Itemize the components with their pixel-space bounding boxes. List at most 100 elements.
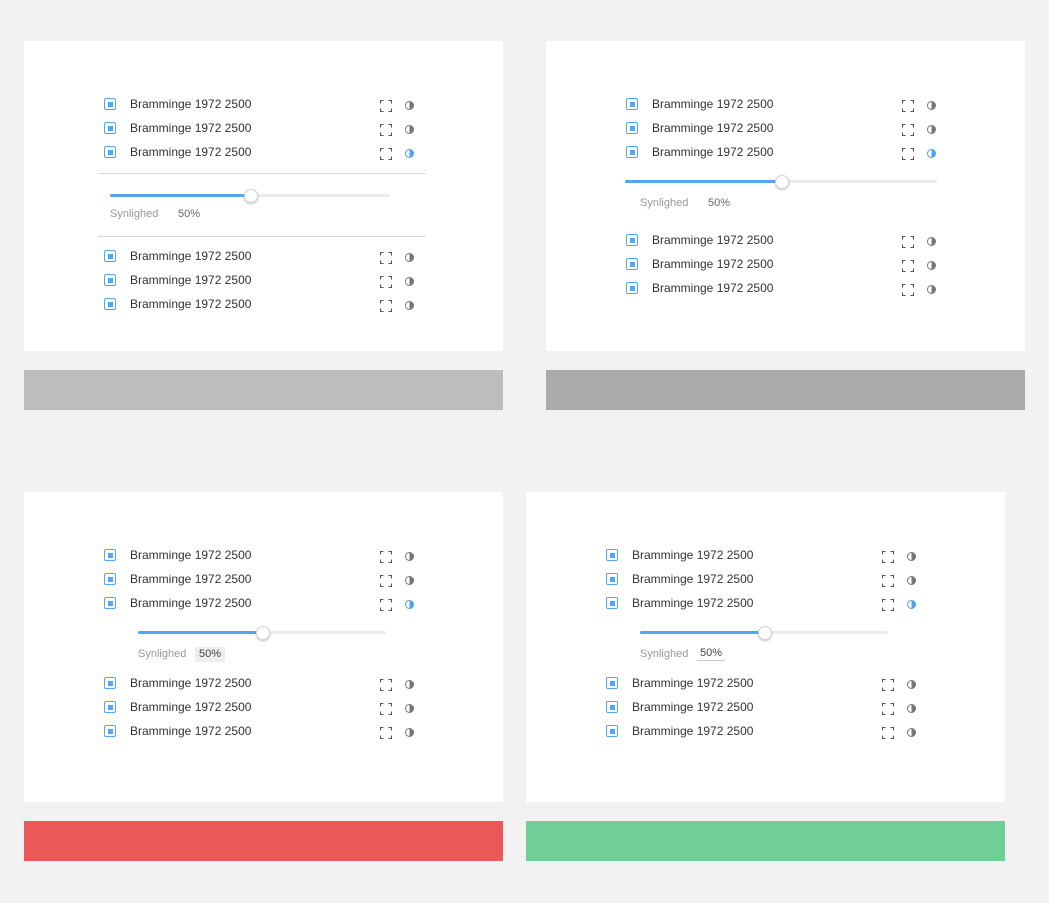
opacity-slider-thumb[interactable] <box>244 188 258 203</box>
fullscreen-icon[interactable] <box>881 678 895 692</box>
layer-row[interactable]: Bramminge 1972 2500 <box>526 696 1005 720</box>
contrast-icon[interactable] <box>927 148 936 158</box>
layer-row[interactable]: Bramminge 1972 2500 <box>24 592 503 616</box>
contrast-icon[interactable] <box>405 703 414 713</box>
contrast-icon[interactable] <box>927 236 936 246</box>
fullscreen-icon[interactable] <box>379 598 393 612</box>
fullscreen-icon[interactable] <box>901 123 915 137</box>
layer-checkbox[interactable] <box>606 597 618 609</box>
opacity-slider[interactable] <box>625 174 937 189</box>
layer-checkbox[interactable] <box>104 677 116 689</box>
layer-row[interactable]: Bramminge 1972 2500 <box>526 544 1005 568</box>
layer-row[interactable]: Bramminge 1972 2500 <box>526 720 1005 744</box>
contrast-icon[interactable] <box>907 679 916 689</box>
layer-row[interactable]: Bramminge 1972 2500 <box>24 93 503 117</box>
layer-row[interactable]: Bramminge 1972 2500 <box>24 117 503 141</box>
layer-row[interactable]: Bramminge 1972 2500 <box>24 293 503 317</box>
fullscreen-icon[interactable] <box>379 726 393 740</box>
contrast-icon[interactable] <box>405 551 414 561</box>
layer-checkbox[interactable] <box>606 701 618 713</box>
layer-row[interactable]: Bramminge 1972 2500 <box>24 269 503 293</box>
layer-row[interactable]: Bramminge 1972 2500 <box>546 253 1025 277</box>
contrast-icon[interactable] <box>405 100 414 110</box>
layer-row[interactable]: Bramminge 1972 2500 <box>546 141 1025 165</box>
layer-checkbox[interactable] <box>104 98 116 110</box>
contrast-icon[interactable] <box>907 727 916 737</box>
fullscreen-icon[interactable] <box>901 235 915 249</box>
contrast-icon[interactable] <box>405 575 414 585</box>
fullscreen-icon[interactable] <box>379 251 393 265</box>
contrast-icon[interactable] <box>405 276 414 286</box>
layer-row[interactable]: Bramminge 1972 2500 <box>546 277 1025 301</box>
fullscreen-icon[interactable] <box>881 726 895 740</box>
contrast-icon[interactable] <box>927 124 936 134</box>
layer-checkbox[interactable] <box>626 146 638 158</box>
fullscreen-icon[interactable] <box>901 147 915 161</box>
layer-row[interactable]: Bramminge 1972 2500 <box>24 245 503 269</box>
layer-row[interactable]: Bramminge 1972 2500 <box>24 141 503 165</box>
layer-checkbox[interactable] <box>626 234 638 246</box>
contrast-icon[interactable] <box>927 284 936 294</box>
layer-row[interactable]: Bramminge 1972 2500 <box>526 592 1005 616</box>
layer-checkbox[interactable] <box>104 146 116 158</box>
fullscreen-icon[interactable] <box>901 283 915 297</box>
layer-row[interactable]: Bramminge 1972 2500 <box>24 696 503 720</box>
opacity-value[interactable]: 50% <box>697 647 726 661</box>
fullscreen-icon[interactable] <box>379 574 393 588</box>
layer-checkbox[interactable] <box>104 701 116 713</box>
contrast-icon[interactable] <box>405 599 414 609</box>
layer-checkbox[interactable] <box>104 573 116 585</box>
contrast-icon[interactable] <box>405 124 414 134</box>
opacity-slider[interactable] <box>640 625 888 640</box>
fullscreen-icon[interactable] <box>379 275 393 289</box>
contrast-icon[interactable] <box>907 703 916 713</box>
layer-checkbox[interactable] <box>606 573 618 585</box>
layer-checkbox[interactable] <box>626 258 638 270</box>
layer-checkbox[interactable] <box>606 677 618 689</box>
layer-checkbox[interactable] <box>104 250 116 262</box>
layer-checkbox[interactable] <box>606 725 618 737</box>
fullscreen-icon[interactable] <box>379 147 393 161</box>
layer-checkbox[interactable] <box>626 122 638 134</box>
layer-row[interactable]: Bramminge 1972 2500 <box>546 117 1025 141</box>
layer-row[interactable]: Bramminge 1972 2500 <box>526 568 1005 592</box>
opacity-slider-thumb[interactable] <box>775 174 789 189</box>
layer-checkbox[interactable] <box>104 298 116 310</box>
layer-row[interactable]: Bramminge 1972 2500 <box>24 720 503 744</box>
fullscreen-icon[interactable] <box>901 99 915 113</box>
fullscreen-icon[interactable] <box>379 702 393 716</box>
layer-checkbox[interactable] <box>626 282 638 294</box>
layer-checkbox[interactable] <box>104 725 116 737</box>
contrast-icon[interactable] <box>405 679 414 689</box>
layer-checkbox[interactable] <box>104 274 116 286</box>
layer-checkbox[interactable] <box>104 549 116 561</box>
opacity-slider-thumb[interactable] <box>256 625 270 640</box>
opacity-slider[interactable] <box>110 188 390 203</box>
opacity-slider[interactable] <box>138 625 386 640</box>
contrast-icon[interactable] <box>907 551 916 561</box>
contrast-icon[interactable] <box>405 727 414 737</box>
layer-checkbox[interactable] <box>606 549 618 561</box>
contrast-icon[interactable] <box>907 575 916 585</box>
layer-checkbox[interactable] <box>626 98 638 110</box>
fullscreen-icon[interactable] <box>379 678 393 692</box>
fullscreen-icon[interactable] <box>379 99 393 113</box>
fullscreen-icon[interactable] <box>379 299 393 313</box>
opacity-slider-thumb[interactable] <box>758 625 772 640</box>
layer-row[interactable]: Bramminge 1972 2500 <box>546 229 1025 253</box>
layer-checkbox[interactable] <box>104 597 116 609</box>
layer-row[interactable]: Bramminge 1972 2500 <box>546 93 1025 117</box>
fullscreen-icon[interactable] <box>379 550 393 564</box>
contrast-icon[interactable] <box>405 252 414 262</box>
contrast-icon[interactable] <box>405 300 414 310</box>
contrast-icon[interactable] <box>405 148 414 158</box>
fullscreen-icon[interactable] <box>379 123 393 137</box>
contrast-icon[interactable] <box>927 100 936 110</box>
layer-row[interactable]: Bramminge 1972 2500 <box>24 544 503 568</box>
layer-checkbox[interactable] <box>104 122 116 134</box>
layer-row[interactable]: Bramminge 1972 2500 <box>526 672 1005 696</box>
layer-row[interactable]: Bramminge 1972 2500 <box>24 672 503 696</box>
fullscreen-icon[interactable] <box>881 702 895 716</box>
contrast-icon[interactable] <box>927 260 936 270</box>
fullscreen-icon[interactable] <box>881 550 895 564</box>
